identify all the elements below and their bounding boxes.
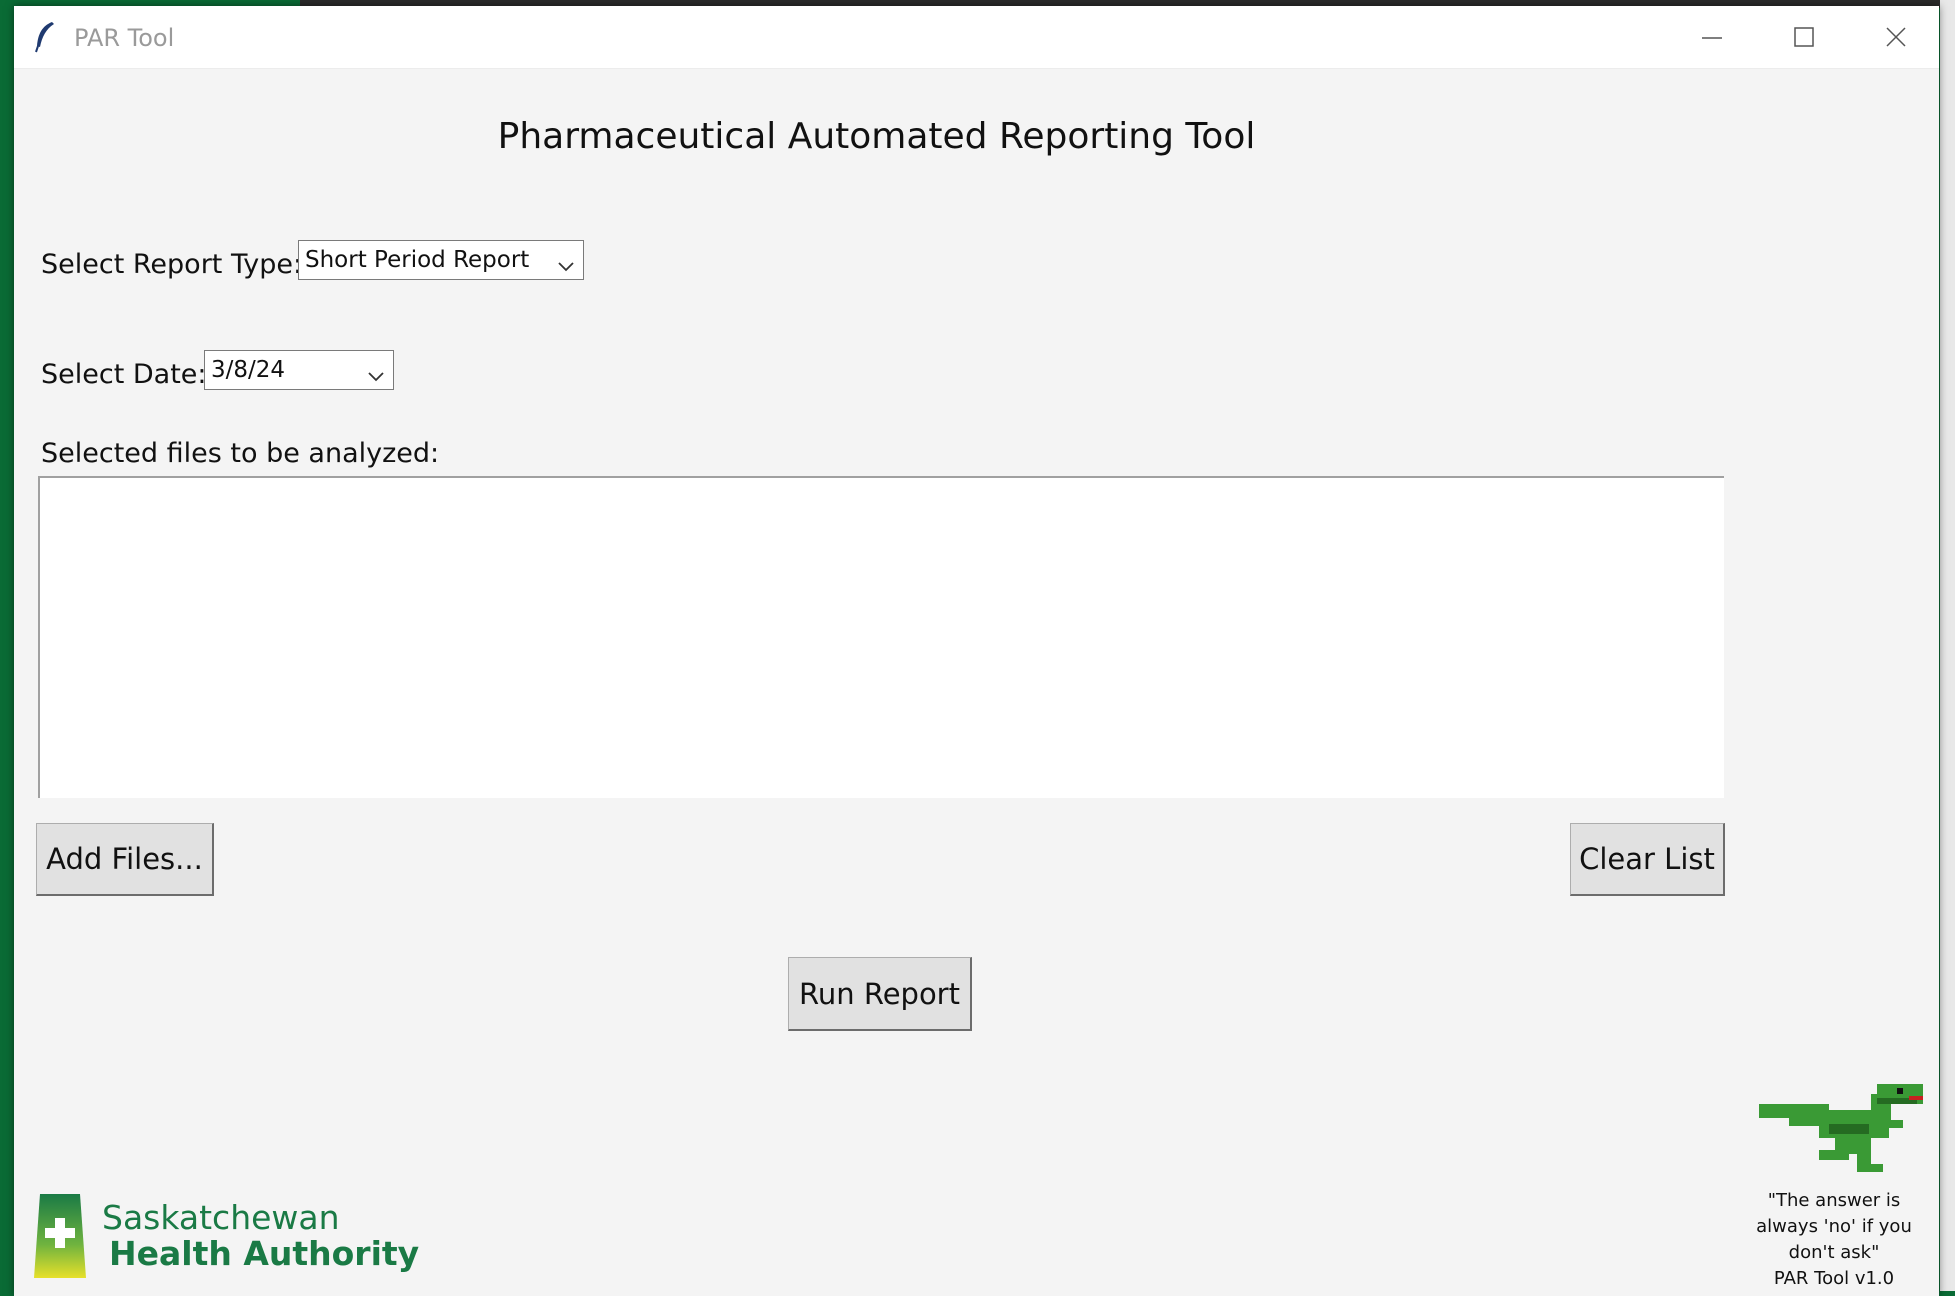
- version-label: PAR Tool v1.0: [1773, 1268, 1895, 1289]
- quote-text: "The answer is always 'no' if you don't …: [1749, 1188, 1919, 1292]
- files-label: Selected files to be analyzed:: [41, 438, 440, 469]
- desktop-right-edge: [1940, 0, 1955, 1291]
- quote-line: "The answer is: [1767, 1190, 1901, 1211]
- minimize-button[interactable]: [1666, 6, 1758, 68]
- close-button[interactable]: [1850, 6, 1939, 68]
- par-tool-window: PAR Tool Pharmaceutical Automated Report…: [14, 6, 1939, 1296]
- feather-icon: [34, 20, 56, 58]
- close-icon: [1886, 27, 1906, 47]
- chevron-down-icon: [557, 253, 575, 279]
- logo-text-line1: Saskatchewan: [102, 1198, 340, 1237]
- clear-list-button[interactable]: Clear List: [1570, 823, 1725, 896]
- maximize-button[interactable]: [1758, 6, 1850, 68]
- run-report-button[interactable]: Run Report: [788, 957, 972, 1031]
- maximize-icon: [1794, 27, 1814, 47]
- page-title: Pharmaceutical Automated Reporting Tool: [497, 116, 1256, 157]
- dinosaur-icon: [1759, 1080, 1929, 1184]
- chevron-down-icon: [367, 363, 385, 389]
- quote-line: always 'no' if you: [1756, 1216, 1912, 1237]
- selected-files-list[interactable]: [38, 476, 1724, 798]
- logo-text-line2: Health Authority: [109, 1234, 420, 1273]
- add-files-button[interactable]: Add Files...: [36, 823, 214, 896]
- report-type-value: Short Period Report: [305, 247, 530, 273]
- window-title: PAR Tool: [74, 24, 175, 52]
- sha-logo-icon: [30, 1190, 90, 1286]
- date-select[interactable]: 3/8/24: [204, 350, 394, 390]
- quote-line: don't ask": [1788, 1242, 1880, 1263]
- title-bar[interactable]: PAR Tool: [14, 6, 1939, 69]
- report-type-select[interactable]: Short Period Report: [298, 240, 584, 280]
- report-type-label: Select Report Type:: [41, 249, 303, 280]
- minimize-icon: [1702, 37, 1722, 39]
- date-value: 3/8/24: [211, 357, 286, 383]
- date-label: Select Date:: [41, 359, 207, 390]
